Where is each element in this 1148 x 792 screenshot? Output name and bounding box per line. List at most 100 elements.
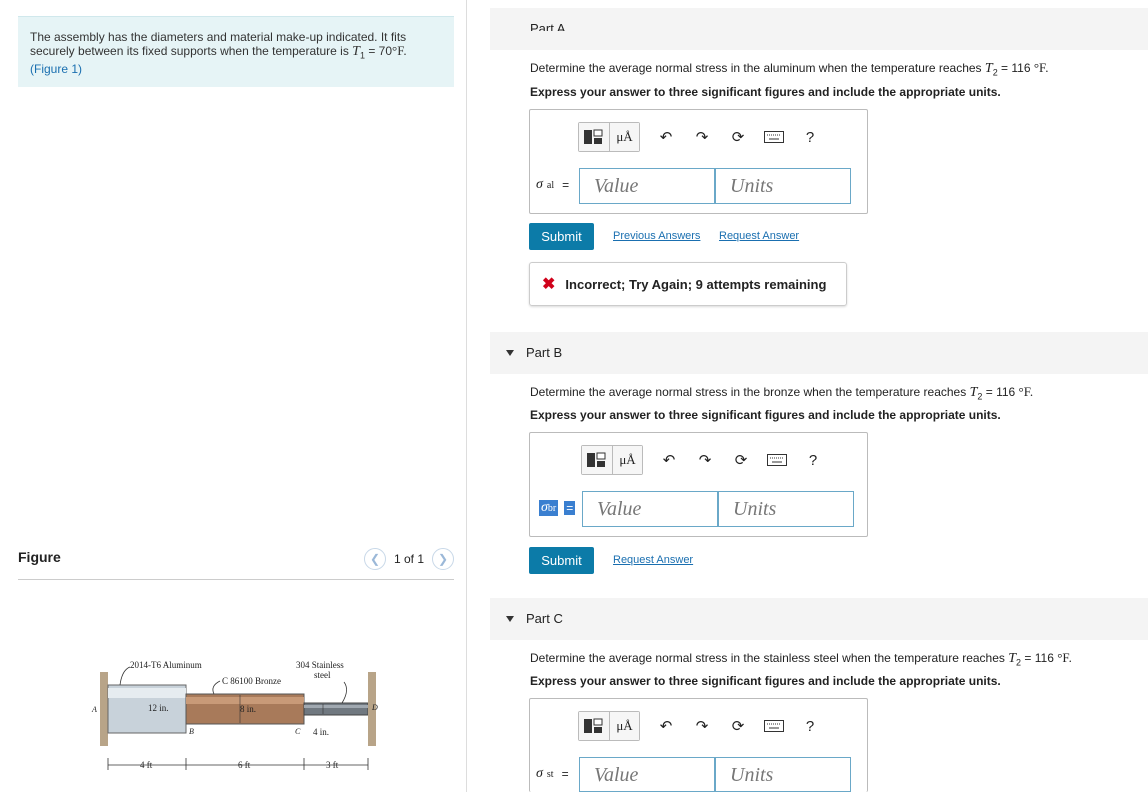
help-icon[interactable]: ? <box>792 123 828 151</box>
label-d-aluminum: 12 in. <box>148 703 169 713</box>
part-a-previous-answers-link[interactable]: Previous Answers <box>613 230 700 242</box>
x-mark-icon: ✖ <box>542 276 556 293</box>
part-a-instruction: Express your answer to three significant… <box>530 85 1001 99</box>
part-a-t2-symbol: T <box>984 61 993 76</box>
part-c-template-group: μÅ <box>578 711 640 741</box>
part-b-header-bg <box>490 332 1148 374</box>
part-b-question-text: Determine the average normal stress in t… <box>530 385 970 399</box>
label-len-aluminum: 4 ft <box>140 760 153 770</box>
chevron-left-icon[interactable]: ❮ <box>363 548 386 570</box>
part-c-units-input[interactable]: Units <box>715 757 851 792</box>
part-c-header-label: Part C <box>526 611 563 626</box>
problem-intro: The assembly has the diameters and mater… <box>18 16 454 87</box>
steel-highlight <box>304 705 368 708</box>
templates-icon[interactable] <box>579 123 609 151</box>
undo-icon[interactable]: ↶ <box>651 446 687 474</box>
point-b: B <box>189 727 194 736</box>
redo-icon[interactable]: ↷ <box>684 123 720 151</box>
chevron-right-icon[interactable]: ❯ <box>432 548 454 570</box>
part-a-units-input[interactable]: Units <box>715 168 851 204</box>
keyboard-icon[interactable] <box>759 446 795 474</box>
part-b-t2-unit: °F. <box>1018 384 1034 399</box>
templates-icon[interactable] <box>579 712 609 740</box>
mu-label: μÅ <box>616 129 633 144</box>
part-a-value-input[interactable]: Value <box>579 168 715 204</box>
part-b-value-input[interactable]: Value <box>582 491 718 527</box>
part-c-question-text: Determine the average normal stress in t… <box>530 651 1009 665</box>
point-a: A <box>91 705 97 714</box>
point-c: C <box>295 727 301 736</box>
part-c-sigma: σ <box>536 766 543 781</box>
part-a-submit-button[interactable]: Submit <box>529 223 594 250</box>
redo-icon[interactable]: ↷ <box>687 446 723 474</box>
units-icon[interactable]: μÅ <box>609 712 639 740</box>
figure-link[interactable]: (Figure 1) <box>30 62 442 76</box>
help-icon[interactable]: ? <box>795 446 831 474</box>
part-a-request-answer-link[interactable]: Request Answer <box>719 230 799 242</box>
part-a-question: Determine the average normal stress in t… <box>530 60 1049 77</box>
redo-icon[interactable]: ↷ <box>684 712 720 740</box>
intro-line-2-text: securely between its fixed supports when… <box>30 44 353 58</box>
units-icon[interactable]: μÅ <box>609 123 639 151</box>
part-a-t2-value: = 116 <box>997 61 1034 75</box>
part-a-header[interactable]: Part A <box>530 21 565 31</box>
part-b-request-answer-link[interactable]: Request Answer <box>613 554 693 566</box>
part-a-feedback-text: Incorrect; Try Again; 9 attempts remaini… <box>565 276 827 292</box>
keyboard-glyph <box>767 454 787 466</box>
part-b-equals: = <box>564 501 576 515</box>
part-a-toolbar: μÅ ↶ ↷ ⟳ ? <box>578 122 828 152</box>
label-d-steel: 4 in. <box>313 727 329 737</box>
help-label: ? <box>808 451 818 469</box>
templates-glyph <box>587 452 606 467</box>
part-b-t2-value: = 116 <box>982 385 1019 399</box>
label-len-steel: 3 ft <box>326 760 339 770</box>
part-b-answer-box: μÅ ↶ ↷ ⟳ ? σ br = Value Units <box>529 432 868 537</box>
figure-title: Figure <box>18 549 61 565</box>
part-b-header-label: Part B <box>526 345 563 360</box>
help-icon[interactable]: ? <box>792 712 828 740</box>
part-c-question: Determine the average normal stress in t… <box>530 650 1072 667</box>
bronze-highlight <box>186 697 304 704</box>
part-c-t2-symbol: T <box>1008 651 1017 666</box>
caret-down-icon <box>506 349 514 356</box>
units-icon[interactable]: μÅ <box>612 446 642 474</box>
part-b-toolbar: μÅ ↶ ↷ ⟳ ? <box>581 445 831 475</box>
part-b-submit-button[interactable]: Submit <box>529 547 594 574</box>
part-a-var-sub: al <box>546 179 555 191</box>
figure-pager: ❮ 1 of 1 ❯ <box>363 548 454 570</box>
label-steel-2: steel <box>314 670 331 680</box>
part-b-instruction: Express your answer to three significant… <box>530 408 1001 422</box>
part-c-toolbar: μÅ ↶ ↷ ⟳ ? <box>578 711 828 741</box>
intro-line-2: securely between its fixed supports when… <box>30 44 442 62</box>
reset-icon[interactable]: ⟳ <box>720 123 756 151</box>
part-a-answer-box: μÅ ↶ ↷ ⟳ ? σ al = Value Units <box>529 109 868 214</box>
keyboard-icon[interactable] <box>756 123 792 151</box>
part-c-header-bg <box>490 598 1148 640</box>
part-c-header[interactable]: Part C <box>506 611 563 626</box>
part-c-t2-unit: °F. <box>1057 650 1072 665</box>
undo-icon[interactable]: ↶ <box>648 123 684 151</box>
keyboard-glyph <box>764 131 784 143</box>
t1-symbol: T <box>352 44 360 59</box>
undo-icon[interactable]: ↶ <box>648 712 684 740</box>
caret-down-icon <box>506 615 514 622</box>
label-steel-1: 304 Stainless <box>296 660 344 670</box>
label-aluminum: 2014-T6 Aluminum <box>130 660 202 670</box>
keyboard-icon[interactable] <box>756 712 792 740</box>
part-a-template-group: μÅ <box>578 122 640 152</box>
help-label: ? <box>805 128 815 146</box>
part-c-value-input[interactable]: Value <box>579 757 715 792</box>
templates-icon[interactable] <box>582 446 612 474</box>
part-a-header-clip: Part A <box>530 0 590 31</box>
steel-segment <box>303 702 369 716</box>
mu-label: μÅ <box>616 718 633 733</box>
part-b-units-input[interactable]: Units <box>718 491 854 527</box>
point-d: D <box>371 703 378 712</box>
reset-icon[interactable]: ⟳ <box>720 712 756 740</box>
t1-unit: °F. <box>392 43 407 58</box>
reset-icon[interactable]: ⟳ <box>723 446 759 474</box>
templates-glyph <box>584 129 603 144</box>
part-b-header[interactable]: Part B <box>506 345 562 360</box>
assembly-diagram: 2014-T6 Aluminum C 86100 Bronze 304 Stai… <box>91 660 378 770</box>
assembly-figure: 2014-T6 Aluminum C 86100 Bronze 304 Stai… <box>90 650 390 780</box>
